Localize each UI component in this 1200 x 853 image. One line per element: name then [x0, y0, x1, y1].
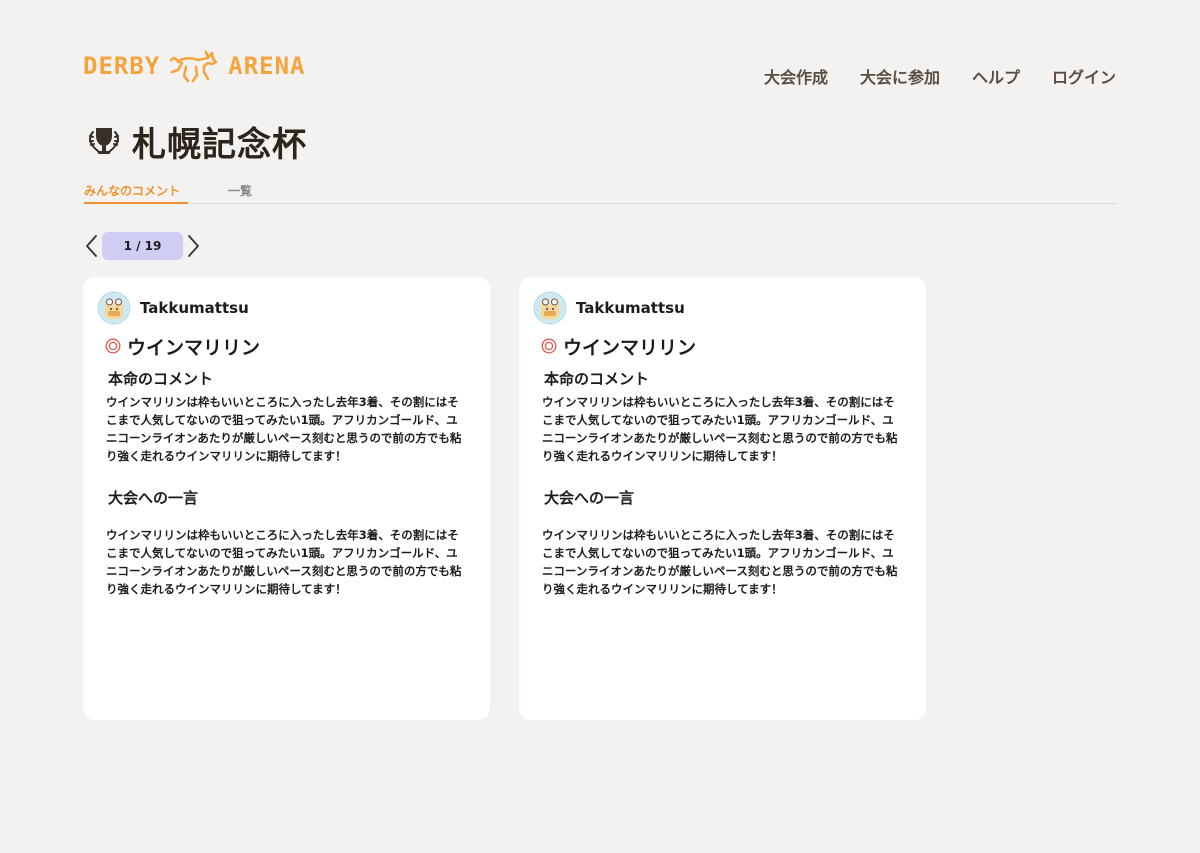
comment-card: Takkumattsu ウインマリリン 本命のコメント ウインマリリンは枠もいい…: [83, 277, 490, 720]
pick-row: ウインマリリン: [541, 332, 912, 360]
nav-join-tournament[interactable]: 大会に参加: [860, 64, 940, 88]
nav-login[interactable]: ログイン: [1052, 64, 1116, 88]
comment-card: Takkumattsu ウインマリリン 本命のコメント ウインマリリンは枠もいい…: [519, 277, 926, 720]
trophy-icon: [89, 127, 119, 154]
card-user[interactable]: Takkumattsu: [533, 291, 912, 325]
user-avatar-icon: [97, 291, 131, 325]
double-circle-icon: [105, 338, 121, 354]
user-avatar-icon: [533, 291, 567, 325]
page-title: 札幌記念杯: [132, 125, 307, 165]
username: Takkumattsu: [140, 299, 249, 317]
double-circle-icon: [541, 338, 557, 354]
chevron-left-icon[interactable]: [84, 233, 100, 259]
nav-create-tournament[interactable]: 大会作成: [764, 64, 828, 88]
horse-logo-icon: [169, 50, 218, 83]
brand-logo[interactable]: DERBY ARENA: [83, 48, 306, 84]
section-title-message: 大会への一言: [108, 489, 199, 507]
section-body-main-pick: ウインマリリンは枠もいいところに入ったし去年3着、その割にはそこまで人気してない…: [542, 395, 898, 463]
section-title-main-pick: 本命のコメント: [108, 370, 214, 388]
section-title-main-pick: 本命のコメント: [544, 370, 650, 388]
username: Takkumattsu: [576, 299, 685, 317]
chevron-right-icon[interactable]: [185, 233, 201, 259]
tab-list[interactable]: 一覧: [228, 182, 252, 203]
card-user[interactable]: Takkumattsu: [97, 291, 476, 325]
section-body-message: ウインマリリンは枠もいいところに入ったし去年3着、その割にはそこまで人気してない…: [542, 528, 898, 596]
horse-name: ウインマリリン: [563, 336, 697, 359]
horse-name: ウインマリリン: [127, 336, 261, 359]
logo-text-left: DERBY: [83, 52, 161, 80]
nav-help[interactable]: ヘルプ: [972, 64, 1020, 88]
page-header: 札幌記念杯: [84, 117, 307, 166]
top-nav: 大会作成 大会に参加 ヘルプ ログイン: [764, 64, 1116, 88]
section-body-main-pick: ウインマリリンは枠もいいところに入ったし去年3着、その割にはそこまで人気してない…: [106, 395, 462, 463]
pager: 1 / 19: [84, 232, 201, 260]
logo-text-right: ARENA: [228, 52, 306, 80]
section-body-message: ウインマリリンは枠もいいところに入ったし去年3着、その割にはそこまで人気してない…: [106, 528, 462, 596]
pick-row: ウインマリリン: [105, 332, 476, 360]
page-indicator: 1 / 19: [102, 232, 183, 260]
tab-bar: みんなのコメント 一覧: [84, 182, 1117, 204]
tab-everyone-comments[interactable]: みんなのコメント: [84, 182, 189, 204]
section-title-message: 大会への一言: [544, 489, 635, 507]
